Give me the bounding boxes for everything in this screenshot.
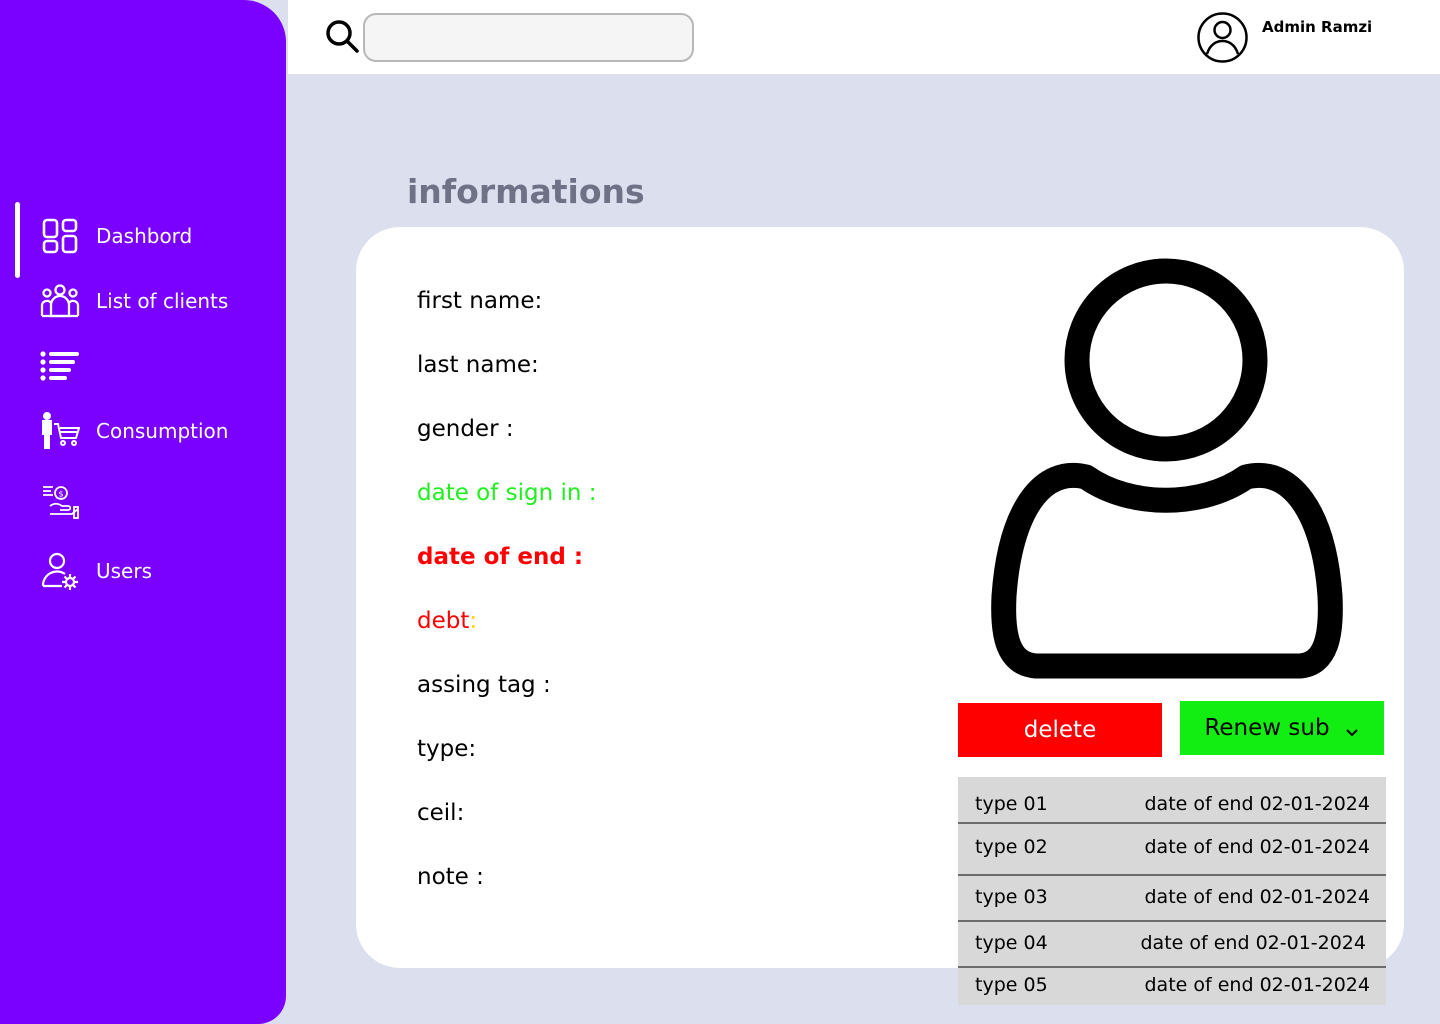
renew-option-date: date of end 02-01-2024 xyxy=(1144,836,1371,858)
delete-button[interactable]: delete xyxy=(958,703,1162,757)
admin-avatar-icon[interactable] xyxy=(1196,11,1249,64)
sidebar-item-label: List of clients xyxy=(96,289,229,313)
renew-option-type: type 04 xyxy=(975,932,1048,954)
field-debt-colon: : xyxy=(469,608,478,634)
sidebar-item-label: Dashbord xyxy=(96,224,193,248)
renew-sub-label: Renew sub xyxy=(1204,715,1330,741)
profile-placeholder-icon xyxy=(990,256,1346,684)
admin-name: Admin Ramzi xyxy=(1262,18,1373,36)
payment-hand-icon: $ xyxy=(40,481,80,521)
svg-text:$: $ xyxy=(59,490,64,499)
renew-option[interactable]: type 03 date of end 02-01-2024 xyxy=(958,882,1386,912)
shopping-cart-person-icon xyxy=(40,411,80,451)
clients-group-icon xyxy=(40,281,80,321)
sidebar-item-payments[interactable]: $ xyxy=(40,481,280,521)
field-type: type: xyxy=(417,736,477,762)
page-title: informations xyxy=(407,172,645,211)
field-date-sign-in: date of sign in : xyxy=(417,480,597,506)
chevron-down-icon xyxy=(1344,720,1360,737)
renew-option-type: type 02 xyxy=(975,836,1048,858)
field-debt-label: debt xyxy=(417,608,470,634)
divider xyxy=(958,822,1386,824)
search-input[interactable] xyxy=(363,13,694,62)
field-first-name: first name: xyxy=(417,288,543,314)
sidebar-item-list[interactable] xyxy=(40,346,280,386)
renew-option-date: date of end 02-01-2024 xyxy=(1140,932,1367,954)
field-last-name: last name: xyxy=(417,352,539,378)
sidebar-item-consumption[interactable]: Consumption xyxy=(40,411,280,451)
renew-option-date: date of end 02-01-2024 xyxy=(1144,974,1371,996)
sidebar: Dashbord List of clients Consumption $ U… xyxy=(0,0,286,1024)
sidebar-item-clients[interactable]: List of clients xyxy=(40,281,280,321)
renew-option-date: date of end 02-01-2024 xyxy=(1144,793,1371,815)
list-icon xyxy=(40,346,80,386)
renew-option-type: type 03 xyxy=(975,886,1048,908)
field-assign-tag: assing tag : xyxy=(417,672,551,698)
renew-option[interactable]: type 01 date of end 02-01-2024 xyxy=(958,789,1386,819)
renew-option-type: type 01 xyxy=(975,793,1048,815)
sidebar-item-dashboard[interactable]: Dashbord xyxy=(40,216,280,256)
field-note: note : xyxy=(417,864,484,890)
renew-option-type: type 05 xyxy=(975,974,1048,996)
dashboard-grid-icon xyxy=(40,216,80,256)
search-icon[interactable] xyxy=(324,18,360,54)
sidebar-item-label: Consumption xyxy=(96,419,229,443)
renew-option[interactable]: type 05 date of end 02-01-2024 xyxy=(958,970,1386,1000)
sidebar-item-users[interactable]: Users xyxy=(40,551,280,591)
field-date-end: date of end : xyxy=(417,544,584,570)
field-gender: gender : xyxy=(417,416,514,442)
field-debt: debt: xyxy=(417,608,477,634)
renew-option[interactable]: type 04 date of end 02-01-2024 xyxy=(958,928,1386,958)
divider xyxy=(958,966,1386,968)
sidebar-item-label: Users xyxy=(96,559,153,583)
top-bar: Admin Ramzi xyxy=(288,0,1440,74)
renew-sub-button[interactable]: Renew sub xyxy=(1180,701,1384,755)
user-gear-icon xyxy=(40,551,80,591)
active-indicator xyxy=(15,202,20,278)
renew-sub-dropdown: type 01 date of end 02-01-2024 type 02 d… xyxy=(958,777,1386,1005)
field-ceil: ceil: xyxy=(417,800,465,826)
divider xyxy=(958,920,1386,922)
renew-option-date: date of end 02-01-2024 xyxy=(1144,886,1371,908)
divider xyxy=(958,874,1386,876)
renew-option[interactable]: type 02 date of end 02-01-2024 xyxy=(958,832,1386,862)
